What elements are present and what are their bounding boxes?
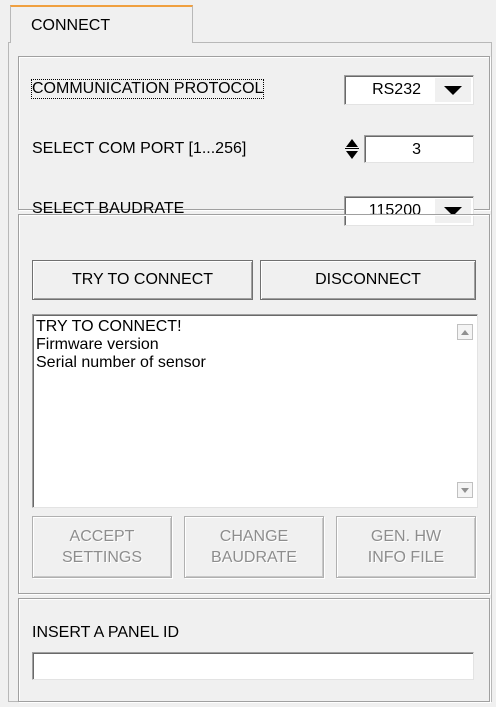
try-to-connect-button[interactable]: TRY TO CONNECT <box>32 260 253 300</box>
accept-settings-button[interactable]: ACCEPT SETTINGS <box>32 516 172 578</box>
tab-connect[interactable]: CONNECT <box>10 5 193 43</box>
scroll-down-icon[interactable] <box>457 482 473 498</box>
change-baudrate-button[interactable]: CHANGE BAUDRATE <box>184 516 324 578</box>
chevron-down-icon[interactable] <box>435 78 471 102</box>
gen-hw-info-file-button[interactable]: GEN. HW INFO FILE <box>336 516 476 578</box>
log-line: Serial number of sensor <box>36 354 206 371</box>
communication-protocol-label: COMMUNICATION PROTOCOL <box>30 79 265 99</box>
spinner-down-icon[interactable] <box>346 151 358 159</box>
com-port-input[interactable]: 3 <box>364 135 474 163</box>
tab-connect-label: CONNECT <box>31 17 111 34</box>
panel-id-group <box>18 598 490 702</box>
accept-settings-label-line2: SETTINGS <box>61 549 142 566</box>
spinner-arrows-icon[interactable] <box>345 135 359 163</box>
log-line: TRY TO CONNECT! <box>36 318 182 335</box>
com-port-label: SELECT COM PORT [1...256] <box>32 140 247 157</box>
change-baudrate-label-line2: BAUDRATE <box>211 549 297 566</box>
gen-hw-info-label-line2: INFO FILE <box>367 549 445 566</box>
communication-protocol-value: RS232 <box>372 81 421 98</box>
scroll-up-icon[interactable] <box>457 324 473 340</box>
log-line: Firmware version <box>36 336 159 353</box>
communication-protocol-select[interactable]: RS232 <box>344 75 474 105</box>
disconnect-button[interactable]: DISCONNECT <box>260 260 476 300</box>
com-port-value: 3 <box>412 141 421 158</box>
connection-log[interactable]: TRY TO CONNECT! Firmware version Serial … <box>32 314 478 508</box>
accept-settings-label-line1: ACCEPT <box>69 528 135 545</box>
panel-id-input[interactable] <box>32 652 474 680</box>
spinner-up-icon[interactable] <box>346 139 358 147</box>
panel-id-label: INSERT A PANEL ID <box>32 624 180 641</box>
change-baudrate-label-line1: CHANGE <box>219 528 289 545</box>
gen-hw-info-label-line1: GEN. HW <box>370 528 442 545</box>
